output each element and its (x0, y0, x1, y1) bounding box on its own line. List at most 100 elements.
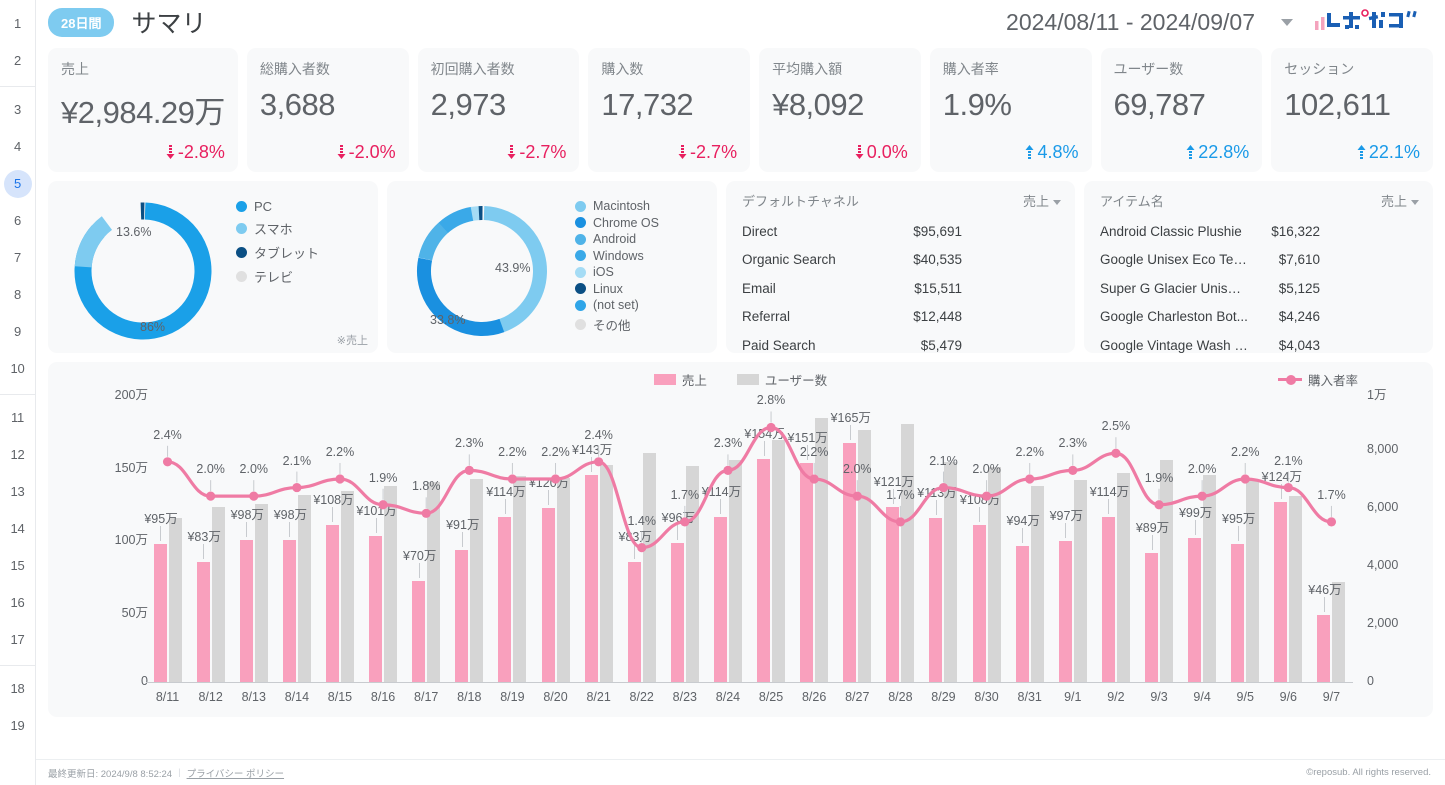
channel-col-value[interactable]: 売上 (1023, 191, 1061, 210)
rail-page-19[interactable]: 19 (4, 712, 32, 740)
bar-sales[interactable] (627, 561, 641, 682)
legend-item-4[interactable]: iOS (575, 265, 711, 279)
bar-sales[interactable] (325, 525, 339, 682)
rail-page-18[interactable]: 18 (4, 675, 32, 703)
page-rail[interactable]: 1 2 3 4 5 6 7 8 9 10 11 12 13 14 15 16 17 18 19 (0, 0, 36, 785)
period-badge[interactable]: 28日間 (48, 7, 115, 37)
bar-sales[interactable] (972, 525, 986, 682)
bar-sales[interactable] (153, 544, 167, 682)
rate-line-point[interactable] (1068, 465, 1078, 475)
rail-page-17[interactable]: 17 (4, 626, 32, 654)
rail-page-12[interactable]: 12 (4, 441, 32, 469)
legend-item-0[interactable]: Macintosh (575, 199, 711, 213)
bar-sales[interactable] (886, 506, 900, 682)
rail-page-15[interactable]: 15 (4, 552, 32, 580)
bar-users[interactable] (254, 503, 268, 682)
legend-item-2[interactable]: タブレット (236, 243, 372, 262)
bar-sales[interactable] (455, 550, 469, 682)
rate-line-point[interactable] (1326, 517, 1337, 527)
table-row[interactable]: Email $15,511 (742, 274, 1061, 303)
bar-users[interactable] (1116, 473, 1130, 682)
bar-sales[interactable] (584, 474, 598, 682)
rail-page-13[interactable]: 13 (4, 478, 32, 506)
rail-page-11[interactable]: 11 (4, 404, 32, 432)
bar-users[interactable] (340, 490, 354, 682)
bar-users[interactable] (556, 477, 570, 682)
bar-sales[interactable] (1145, 552, 1159, 682)
bar-users[interactable] (901, 423, 915, 682)
table-row[interactable]: Direct $95,691 (742, 217, 1061, 246)
chevron-down-icon[interactable] (1281, 18, 1293, 26)
table-row[interactable]: Paid Search $5,479 (742, 331, 1061, 360)
legend-item-3[interactable]: テレビ (236, 267, 372, 286)
table-row[interactable]: Google Vintage Wash S... $4,043 (1100, 331, 1419, 360)
rate-line-point[interactable] (162, 457, 173, 467)
rate-line-point[interactable] (1025, 474, 1035, 484)
privacy-policy-link[interactable]: プライバシー ポリシー (187, 766, 284, 780)
bar-sales[interactable] (282, 539, 296, 682)
legend-item-1[interactable]: スマホ (236, 219, 372, 238)
bar-sales[interactable] (1188, 538, 1202, 682)
bar-sales[interactable] (670, 542, 684, 682)
bar-sales[interactable] (239, 539, 253, 682)
bar-sales[interactable] (412, 580, 426, 682)
legend-item-2[interactable]: Android (575, 232, 711, 246)
bar-users[interactable] (297, 494, 311, 682)
legend-item-5[interactable]: Linux (575, 282, 711, 296)
table-row[interactable]: Organic Search $40,535 (742, 246, 1061, 275)
table-row[interactable]: Google Charleston Bot... $4,246 (1100, 303, 1419, 332)
bar-sales[interactable] (800, 463, 814, 682)
rail-page-9[interactable]: 9 (4, 318, 32, 346)
bar-users[interactable] (599, 464, 613, 682)
arrow-down-icon (166, 144, 175, 161)
bar-sales[interactable] (1058, 541, 1072, 682)
date-range-selector[interactable]: 2024/08/11 - 2024/09/07 (1006, 9, 1255, 36)
rail-page-8[interactable]: 8 (4, 281, 32, 309)
legend-item-6[interactable]: (not set) (575, 298, 711, 312)
bar-sales[interactable] (1317, 615, 1331, 682)
bar-sales[interactable] (929, 518, 943, 682)
legend-color-dot (236, 271, 247, 282)
rail-page-3[interactable]: 3 (4, 96, 32, 124)
legend-item-1[interactable]: Chrome OS (575, 216, 711, 230)
bar-sales[interactable] (757, 458, 771, 682)
rate-line-point[interactable] (335, 474, 345, 484)
rail-page-10[interactable]: 10 (4, 355, 32, 383)
table-row[interactable]: Google Unisex Eco Tee ... $7,610 (1100, 246, 1419, 275)
bar-sales[interactable] (1015, 545, 1029, 682)
chevron-down-icon[interactable] (1053, 200, 1061, 206)
table-row[interactable]: Super G Glacier Unisex ... $5,125 (1100, 274, 1419, 303)
rate-line-point[interactable] (206, 491, 216, 501)
rail-page-1[interactable]: 1 (4, 10, 32, 38)
rail-page-5[interactable]: 5 (3, 170, 32, 198)
item-col-value[interactable]: 売上 (1381, 191, 1419, 210)
bar-users[interactable] (427, 481, 441, 682)
bar-sales[interactable] (713, 516, 727, 682)
table-row[interactable]: Referral $12,448 (742, 303, 1061, 332)
bar-users[interactable] (772, 439, 786, 682)
legend-item-3[interactable]: Windows (575, 249, 711, 263)
rail-page-7[interactable]: 7 (4, 244, 32, 272)
legend-item-7[interactable]: その他 (575, 315, 711, 334)
rail-page-16[interactable]: 16 (4, 589, 32, 617)
legend-item-0[interactable]: PC (236, 199, 372, 214)
bar-users[interactable] (1160, 460, 1174, 682)
bar-users[interactable] (513, 476, 527, 682)
chevron-down-icon[interactable] (1411, 200, 1419, 206)
rate-line-point[interactable] (464, 465, 474, 475)
rail-page-14[interactable]: 14 (4, 515, 32, 543)
bar-users[interactable] (642, 452, 656, 682)
table-row[interactable]: Android Classic Plushie $16,322 (1100, 217, 1419, 246)
rate-line-point[interactable] (249, 491, 259, 501)
bar-sales[interactable] (1231, 544, 1245, 682)
rate-line-point[interactable] (1111, 448, 1121, 458)
bar-sales[interactable] (196, 561, 210, 682)
bar-sales[interactable] (541, 508, 555, 682)
row-bar-area (1322, 251, 1419, 268)
bar-users[interactable] (470, 479, 484, 682)
rail-page-2[interactable]: 2 (4, 47, 32, 75)
bar-sales[interactable] (1101, 516, 1115, 682)
bar-sales[interactable] (498, 516, 512, 682)
rail-page-4[interactable]: 4 (4, 133, 32, 161)
rail-page-6[interactable]: 6 (4, 207, 32, 235)
